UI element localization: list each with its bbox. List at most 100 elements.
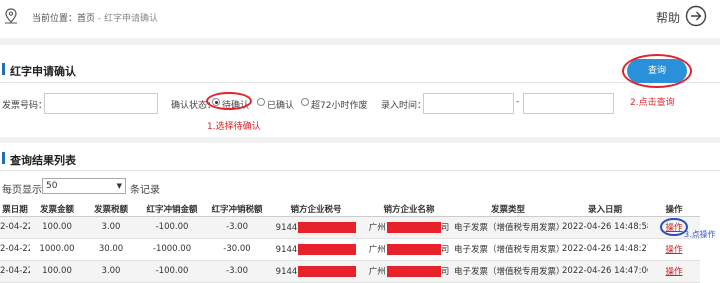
section-marker	[2, 152, 5, 164]
divider-band-2	[0, 137, 720, 143]
cell-amount: 1000.00	[30, 238, 84, 261]
seller-name-post: 司	[440, 223, 450, 233]
page-size-select[interactable]: 50 ▼	[42, 178, 126, 194]
seller-name-pre: 广州	[368, 245, 386, 255]
operate-link[interactable]: 操作	[665, 245, 682, 255]
entry-time-label: 录入时间：	[381, 101, 427, 111]
operate-link[interactable]: 操作	[665, 267, 682, 277]
breadcrumb-home[interactable]: 首页	[77, 14, 95, 24]
query-highlight-ellipse	[622, 54, 692, 88]
cell-tax: 30.00	[84, 238, 138, 261]
apply-section-title: 红字申请确认	[10, 65, 76, 78]
help-label[interactable]: 帮助	[656, 9, 680, 26]
cell-red-tax: -3.00	[206, 260, 268, 283]
seller-name-pre: 广州	[368, 223, 386, 233]
cell-entry-date: 2022-04-26 14:48:58	[562, 216, 648, 239]
cell-red-tax: -3.00	[206, 216, 268, 239]
section-marker	[2, 63, 5, 75]
redaction-block	[386, 222, 441, 233]
invoice-no-input[interactable]	[44, 93, 158, 114]
cell-seller-tax-id: 9144	[268, 238, 364, 261]
cell-tax: 3.00	[84, 216, 138, 239]
cell-amount: 100.00	[30, 216, 84, 239]
range-separator: -	[516, 97, 520, 107]
breadcrumb-current: 红字申请确认	[104, 14, 159, 24]
status-radio-expired[interactable]	[301, 98, 309, 106]
cell-date: 2-04-22	[0, 238, 30, 261]
cell-type: 电子发票（增值税专用发票）	[454, 238, 562, 261]
cell-date: 2-04-22	[0, 216, 30, 239]
cell-date: 2-04-22	[0, 260, 30, 283]
table-row: 2-04-22 100.00 3.00 -100.00 -3.00 9144 广…	[0, 216, 700, 239]
cell-entry-date: 2022-04-26 14:47:06	[562, 260, 648, 283]
arrow-right-circle-icon[interactable]	[685, 5, 707, 27]
cell-seller-tax-id: 9144	[268, 216, 364, 239]
cell-tax: 3.00	[84, 260, 138, 283]
status-radio-confirmed[interactable]	[257, 98, 265, 106]
cell-seller-name: 广州 司	[364, 216, 454, 239]
breadcrumb: 当前位置：首页 - 红字申请确认	[32, 11, 158, 24]
breadcrumb-separator: -	[95, 14, 105, 24]
results-section-header: 查询结果列表	[0, 148, 720, 168]
pending-highlight-ellipse	[206, 92, 252, 110]
seller-tax-id-visible: 9144	[275, 222, 298, 233]
column-header: 发票税额	[84, 202, 138, 217]
invoice-no-label: 发票号码：	[2, 101, 48, 111]
cell-type: 电子发票（增值税专用发票）	[454, 260, 562, 283]
cell-type: 电子发票（增值税专用发票）	[454, 216, 562, 239]
page-size-prefix: 每页显示	[2, 185, 42, 196]
seller-tax-id-visible: 9144	[275, 266, 298, 277]
redaction-block	[298, 243, 357, 255]
annotation-step3: 3.点操作	[684, 230, 716, 239]
cell-red-amount: -1000.00	[138, 238, 206, 261]
column-header: 红字冲销金额	[138, 202, 206, 217]
column-header: 操作	[648, 202, 700, 217]
results-table: 票日期 发票金额 发票税额 红字冲销金额 红字冲销税额 销方企业税号 销方企业名…	[0, 202, 700, 283]
apply-section-header: 红字申请确认	[0, 59, 720, 79]
seller-name-post: 司	[440, 267, 450, 277]
divider-band	[0, 38, 720, 45]
column-header: 票日期	[0, 202, 30, 217]
annotation-step2: 2.点击查询	[630, 98, 675, 108]
cell-red-amount: -100.00	[138, 260, 206, 283]
section-divider	[0, 170, 720, 171]
annotation-step1: 1.选择待确认	[207, 122, 261, 132]
results-section-title: 查询结果列表	[10, 154, 76, 167]
page-size-value: 50	[46, 181, 58, 191]
table-row: 2-04-22 1000.00 30.00 -1000.00 -30.00 91…	[0, 238, 700, 261]
column-header: 录入日期	[562, 202, 648, 217]
cell-red-tax: -30.00	[206, 238, 268, 261]
top-bar: 当前位置：首页 - 红字申请确认 帮助	[0, 0, 720, 34]
page-size-suffix: 条记录	[130, 185, 160, 196]
column-header: 红字冲销税额	[206, 202, 268, 217]
seller-name-pre: 广州	[368, 267, 386, 277]
entry-time-from-input[interactable]	[423, 93, 514, 114]
column-header: 发票金额	[30, 202, 84, 217]
seller-tax-id-visible: 9144	[275, 244, 298, 255]
cell-op: 操作	[648, 238, 700, 261]
entry-time-to-input[interactable]	[523, 93, 614, 114]
cell-entry-date: 2022-04-26 14:48:27	[562, 238, 648, 261]
cell-seller-tax-id: 9144	[268, 260, 364, 283]
cell-seller-name: 广州 司	[364, 238, 454, 261]
cell-op: 操作	[648, 260, 700, 283]
redaction-block	[298, 221, 357, 233]
seller-name-post: 司	[440, 245, 450, 255]
column-header: 销方企业税号	[268, 202, 364, 217]
status-option-confirmed-label[interactable]: 已确认	[267, 98, 294, 111]
table-row: 2-04-22 100.00 3.00 -100.00 -3.00 9144 广…	[0, 260, 700, 283]
cell-red-amount: -100.00	[138, 216, 206, 239]
dropdown-arrow-icon: ▼	[116, 182, 122, 190]
cell-amount: 100.00	[30, 260, 84, 283]
location-icon	[5, 8, 17, 24]
column-header: 销方企业名称	[364, 202, 454, 217]
status-option-expired-label[interactable]: 超72小时作废	[311, 98, 367, 111]
redaction-block	[386, 244, 441, 255]
breadcrumb-prefix: 当前位置：	[32, 14, 78, 24]
table-header-row: 票日期 发票金额 发票税额 红字冲销金额 红字冲销税额 销方企业税号 销方企业名…	[0, 202, 700, 217]
redaction-block	[386, 266, 441, 277]
redaction-block	[298, 265, 357, 277]
cell-seller-name: 广州 司	[364, 260, 454, 283]
section-divider	[0, 82, 720, 83]
column-header: 发票类型	[454, 202, 562, 217]
